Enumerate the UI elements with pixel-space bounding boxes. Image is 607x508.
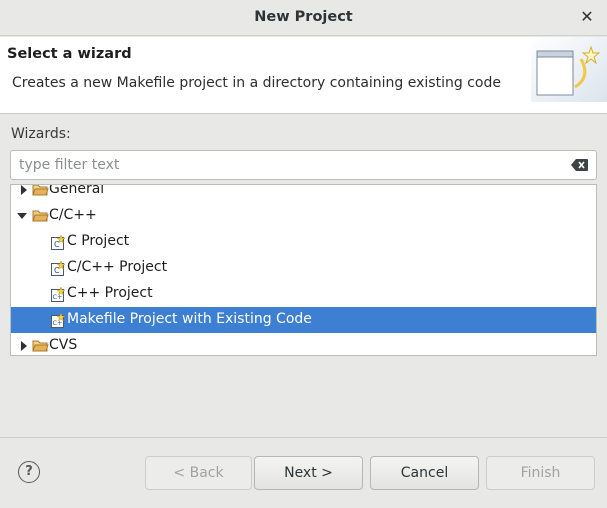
folder-open-icon — [32, 210, 49, 222]
wizards-label: Wizards: — [11, 126, 71, 142]
window-title: New Project — [254, 9, 353, 25]
tree-item-label: C/C++ — [49, 207, 97, 223]
c-project-icon: C — [51, 235, 66, 250]
wizard-tree[interactable]: General C/C++ C C Project C C/C++ Projec… — [10, 184, 597, 356]
tree-item-label: C Project — [67, 233, 130, 249]
tree-item-c-project[interactable]: C C Project — [11, 229, 596, 255]
next-button[interactable]: Next > — [254, 456, 363, 490]
help-icon[interactable]: ? — [18, 461, 40, 483]
cpp-project-icon: C — [51, 261, 66, 276]
tree-item-general[interactable]: General — [11, 184, 596, 203]
footer-separator — [0, 437, 607, 438]
filter-input[interactable] — [19, 155, 559, 175]
tree-item-cvs[interactable]: CVS — [11, 333, 596, 355]
filter-field[interactable] — [10, 150, 597, 180]
clear-text-icon[interactable] — [571, 159, 588, 171]
tree-item-label: CVS — [49, 337, 78, 353]
cancel-button[interactable]: Cancel — [370, 456, 479, 490]
tree-item-label: Makefile Project with Existing Code — [67, 311, 312, 327]
back-button[interactable]: < Back — [145, 456, 252, 490]
svg-text:C+: C+ — [53, 319, 63, 327]
folder-icon — [32, 185, 49, 196]
close-icon[interactable]: ✕ — [578, 7, 596, 27]
tree-item-cpp-project[interactable]: C+ C++ Project — [11, 281, 596, 307]
wizard-banner: Select a wizard Creates a new Makefile p… — [0, 37, 607, 114]
banner-description: Creates a new Makefile project in a dire… — [12, 75, 501, 91]
tree-item-makefile-project[interactable]: C+ Makefile Project with Existing Code — [11, 307, 596, 333]
tree-item-label: General — [49, 184, 105, 197]
collapse-arrow-icon[interactable] — [17, 211, 27, 221]
title-bar: New Project ✕ — [0, 0, 607, 36]
expand-arrow-icon[interactable] — [19, 185, 29, 195]
svg-text:C+: C+ — [53, 293, 63, 301]
banner-title: Select a wizard — [7, 46, 132, 62]
tree-item-c-cpp-project[interactable]: C C/C++ Project — [11, 255, 596, 281]
tree-item-label: C/C++ Project — [67, 259, 168, 275]
tree-item-label: C++ Project — [67, 285, 153, 301]
cpp-project-icon: C+ — [51, 287, 66, 302]
makefile-project-icon: C+ — [51, 313, 66, 328]
expand-arrow-icon[interactable] — [19, 341, 29, 351]
wizard-banner-icon — [531, 37, 607, 102]
tree-item-c-cpp[interactable]: C/C++ — [11, 203, 596, 229]
folder-icon — [32, 340, 49, 352]
finish-button[interactable]: Finish — [486, 456, 595, 490]
